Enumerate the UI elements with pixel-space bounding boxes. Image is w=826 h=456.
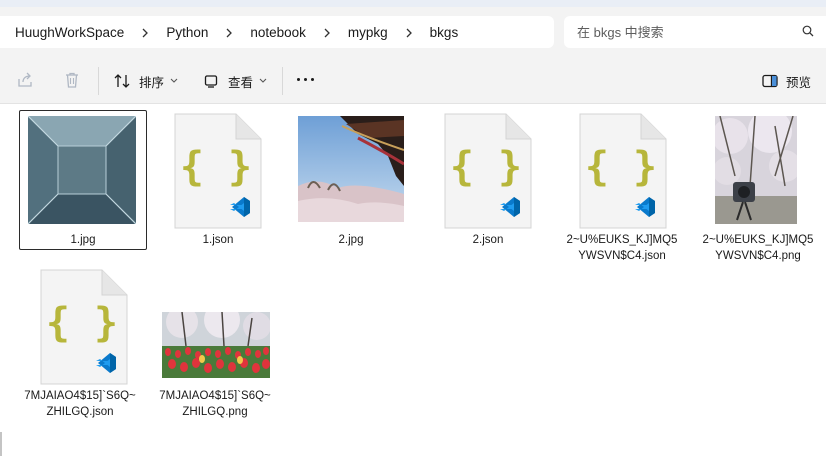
view-icon: [204, 75, 218, 88]
image-thumbnail: [715, 116, 797, 224]
file-name: 7MJAIAO4$15]`S6Q~ZHILGQ.json: [24, 390, 136, 418]
file-item[interactable]: { } 2~U%EUKS_KJ]MQ5YWSVN$C4.json: [558, 110, 686, 270]
file-item[interactable]: { } 7MJAIAO4$15]`S6Q~ZHILGQ.json: [11, 266, 139, 426]
sort-button[interactable]: 排序: [114, 69, 178, 93]
preview-pane-icon: [762, 74, 778, 88]
file-item[interactable]: 2.jpg: [287, 110, 415, 250]
breadcrumb-item-mypkg[interactable]: mypkg: [348, 25, 388, 40]
preview-button[interactable]: 预览: [762, 69, 811, 93]
chevron-right-icon: [388, 25, 430, 39]
sort-label: 排序: [139, 75, 165, 90]
breadcrumb-item-notebook[interactable]: notebook: [250, 25, 306, 40]
share-icon[interactable]: [16, 71, 34, 94]
file-item[interactable]: 7MJAIAO4$15]`S6Q~ZHILGQ.png: [151, 266, 279, 426]
chevron-right-icon: [306, 25, 348, 39]
file-item[interactable]: { } 1.json: [154, 110, 282, 250]
delete-icon[interactable]: [63, 71, 81, 94]
file-name: 7MJAIAO4$15]`S6Q~ZHILGQ.png: [159, 390, 271, 418]
view-label: 查看: [228, 75, 254, 90]
toolbar-divider: [282, 67, 283, 95]
file-name: 2~U%EUKS_KJ]MQ5YWSVN$C4.png: [702, 234, 814, 262]
view-button[interactable]: 查看: [204, 69, 267, 93]
json-file-icon: { }: [444, 113, 532, 229]
image-thumbnail: [28, 116, 136, 224]
file-name: 1.jpg: [70, 234, 96, 246]
sort-icon: [114, 74, 130, 88]
svg-text:{ }: { }: [450, 144, 522, 190]
svg-text:{ }: { }: [585, 144, 657, 190]
file-item[interactable]: { } 2.json: [424, 110, 552, 250]
file-item[interactable]: 2~U%EUKS_KJ]MQ5YWSVN$C4.png: [694, 110, 822, 270]
json-file-icon: { }: [174, 113, 262, 229]
json-file-icon: { }: [40, 269, 128, 385]
address-bar-row: HuughWorkSpace Python notebook mypkg bkg…: [0, 7, 826, 57]
search-icon[interactable]: [802, 25, 814, 40]
image-thumbnail: [298, 116, 404, 222]
chevron-right-icon: [208, 25, 250, 39]
file-grid: 1.jpg { } 1.json 2.jpg { } 2.json {} 2~…: [0, 104, 826, 456]
breadcrumb-item-python[interactable]: Python: [166, 25, 208, 40]
file-name: 2.json: [472, 234, 504, 246]
svg-text:{ }: { }: [180, 144, 252, 190]
svg-text:{ }: { }: [46, 300, 118, 346]
breadcrumb-item-bkgs[interactable]: bkgs: [430, 25, 459, 40]
search-input[interactable]: [577, 24, 777, 40]
file-name: 2.jpg: [338, 234, 364, 246]
search-box[interactable]: [564, 16, 826, 48]
title-bar-strip: [0, 0, 826, 7]
preview-label: 预览: [786, 75, 812, 90]
file-item[interactable]: 1.jpg: [19, 110, 147, 250]
json-file-icon: { }: [579, 113, 667, 229]
more-options-button[interactable]: [297, 78, 314, 81]
image-thumbnail: [162, 312, 270, 378]
breadcrumb[interactable]: HuughWorkSpace Python notebook mypkg bkg…: [0, 16, 554, 48]
file-name: 1.json: [202, 234, 234, 246]
toolbar-divider: [98, 67, 99, 95]
chevron-right-icon: [124, 25, 166, 39]
command-toolbar: 排序 查看 预览: [0, 57, 826, 104]
chevron-down-icon: [170, 78, 178, 83]
chevron-down-icon: [259, 78, 267, 83]
scrollbar-indicator[interactable]: [0, 432, 2, 456]
breadcrumb-item-workspace[interactable]: HuughWorkSpace: [15, 25, 124, 40]
file-name: 2~U%EUKS_KJ]MQ5YWSVN$C4.json: [566, 234, 678, 262]
